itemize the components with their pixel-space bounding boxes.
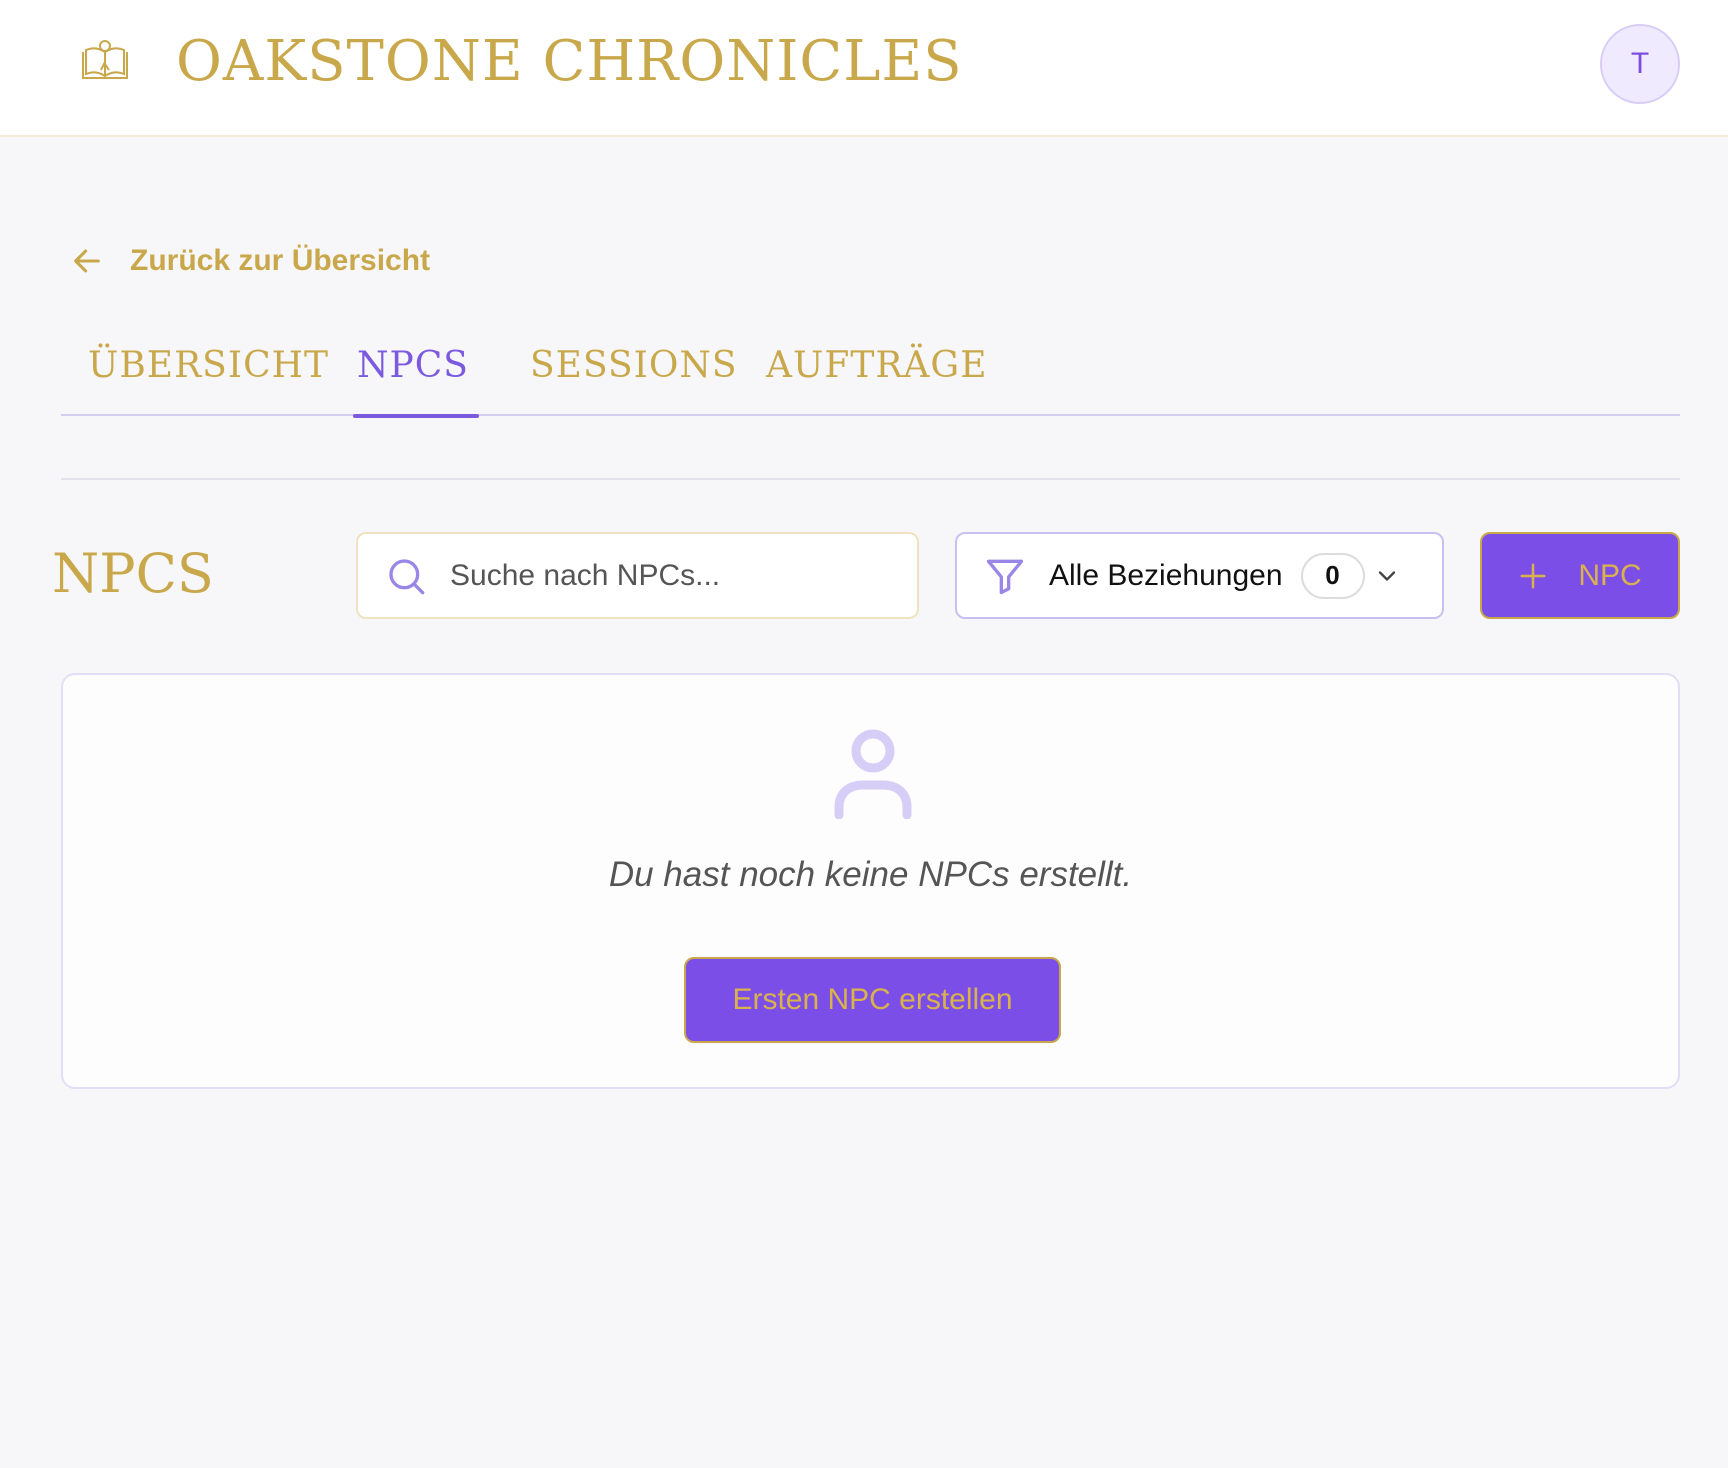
tab-uebersicht[interactable]: ÜBERSICHT: [88, 330, 329, 416]
user-icon: [834, 729, 912, 819]
tab-auftraege[interactable]: AUFTRÄGE: [766, 330, 987, 416]
empty-state-card: Du hast noch keine NPCs erstellt. Ersten…: [61, 673, 1680, 1089]
user-avatar[interactable]: T: [1600, 24, 1680, 104]
app-title: OAKSTONE CHRONICLES: [176, 29, 963, 94]
tab-npcs[interactable]: NPCS: [353, 330, 479, 418]
section-divider: [61, 478, 1680, 480]
section-title: NPCS: [52, 542, 214, 605]
app-header: OAKSTONE CHRONICLES T: [0, 0, 1728, 137]
filter-count-badge: 0: [1300, 552, 1365, 599]
search-input[interactable]: [450, 558, 890, 593]
add-npc-button[interactable]: NPC: [1480, 532, 1680, 619]
chevron-down-icon: [1378, 570, 1395, 581]
open-book-rose-icon: [82, 40, 128, 79]
add-npc-label: NPC: [1578, 558, 1642, 592]
filter-label: Alle Beziehungen: [1049, 558, 1283, 592]
arrow-left-icon: [74, 249, 100, 273]
plus-icon: [1520, 563, 1546, 588]
back-to-overview-link[interactable]: Zurück zur Übersicht: [70, 244, 430, 278]
search-icon: [389, 558, 425, 594]
tab-bar: ÜBERSICHT NPCS SESSIONS AUFTRÄGE: [61, 330, 1680, 418]
empty-state-message: Du hast noch keine NPCs erstellt.: [608, 855, 1133, 894]
search-box[interactable]: [356, 532, 919, 619]
tab-sessions[interactable]: SESSIONS: [530, 330, 738, 416]
create-first-npc-button[interactable]: Ersten NPC erstellen: [684, 957, 1061, 1043]
filter-icon: [986, 559, 1024, 594]
relationship-filter-dropdown[interactable]: Alle Beziehungen 0: [955, 532, 1444, 619]
back-link-label: Zurück zur Übersicht: [130, 244, 431, 277]
